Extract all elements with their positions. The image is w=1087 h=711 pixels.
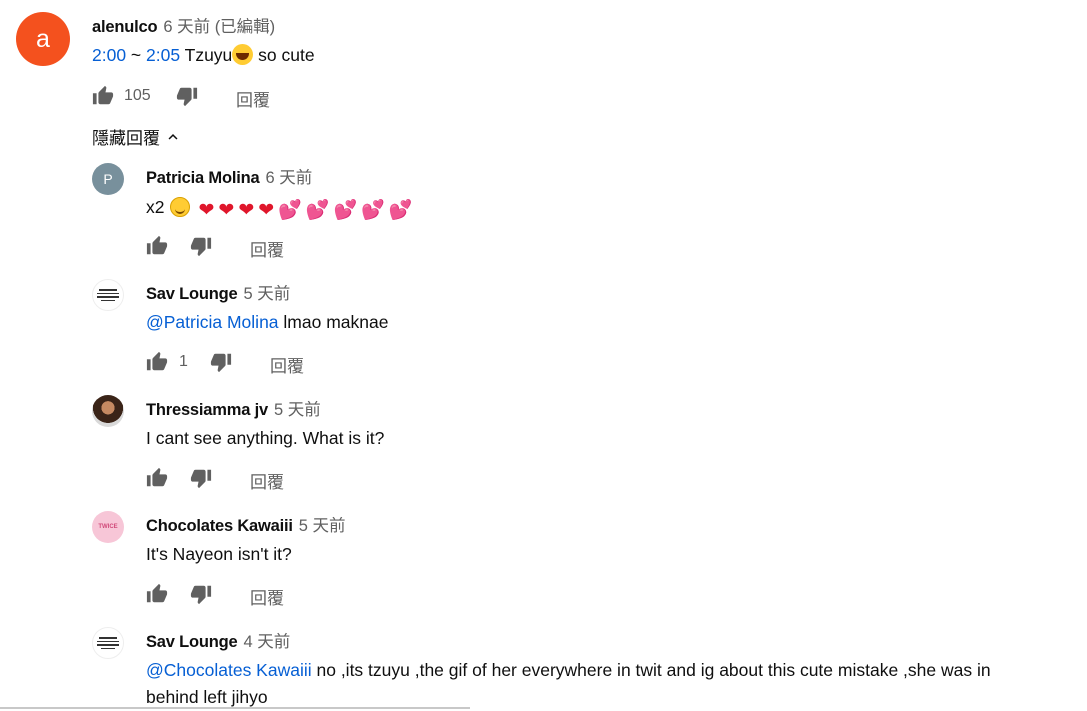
avatar-letter: P [103,171,113,187]
thumbs-up-icon [146,583,168,605]
thumbs-up-icon [92,85,114,107]
timestamp[interactable]: 5 天前 [299,517,346,535]
like-button[interactable] [146,583,168,605]
like-button[interactable] [146,467,168,489]
like-count: 1 [179,353,188,370]
thumbs-up-icon [146,235,168,257]
reply-button[interactable]: 回覆 [236,86,270,111]
author-name[interactable]: Thressiamma jv [146,401,268,419]
comment-header: Sav Lounge 5 天前 [146,280,290,304]
avatar[interactable]: a [16,12,70,66]
heart-emoji-row: ❤ ❤ ❤ ❤ 💕 💕 💕 💕 💕 [198,201,412,220]
comment-header: Sav Lounge 4 天前 [146,628,290,652]
hide-replies-button[interactable]: 隱藏回覆 [92,124,182,149]
hide-replies-label: 隱藏回覆 [92,129,160,148]
thumbs-down-icon [210,351,232,373]
comment-text: It's Nayeon isn't it? [146,544,292,564]
action-toolbar: 回覆 [146,583,346,609]
comment-text-part: so cute [253,45,315,65]
like-button[interactable] [146,351,168,373]
comment-header: alenulco 6 天前 (已編輯) [92,13,275,37]
thumbs-down-icon [190,235,212,257]
comment-header: Chocolates Kawaiii 5 天前 [146,512,346,536]
reply-button[interactable]: 回覆 [270,352,304,377]
timestamp[interactable]: 5 天前 [244,285,291,303]
like-count: 105 [124,87,151,104]
comment-text-part: x2 [146,197,165,217]
comment-text-part: no ,its tzuyu ,the gif of her everywhere… [311,660,991,680]
smiling-face-emoji-icon [170,197,191,217]
laughing-emoji-icon [232,44,254,65]
dislike-button[interactable] [176,85,198,107]
thumbs-down-icon [190,467,212,489]
chevron-up-icon [168,133,178,140]
action-toolbar: 回覆 [146,235,346,261]
author-name[interactable]: Chocolates Kawaiii [146,517,293,535]
comment-header: Patricia Molina 6 天前 [146,164,312,188]
horizontal-scrollbar[interactable] [0,707,470,709]
timestamp[interactable]: 5 天前 [274,401,321,419]
two-hearts-icon: 💕 [388,200,413,221]
two-hearts-icon: 💕 [333,200,358,221]
avatar[interactable]: P [92,163,124,195]
reply-button[interactable]: 回覆 [250,236,284,261]
avatar[interactable] [92,279,124,311]
two-hearts-icon: 💕 [361,200,385,221]
action-toolbar: 1 回覆 [146,351,366,377]
timestamp-link-end[interactable]: 2:05 [146,45,180,65]
like-button[interactable] [92,85,114,107]
avatar-letter: a [36,24,50,53]
author-name[interactable]: Patricia Molina [146,169,260,187]
comment-header: Thressiamma jv 5 天前 [146,396,321,420]
red-heart-icon: ❤ [218,200,235,221]
red-heart-icon: ❤ [258,200,275,221]
comment-text: @Chocolates Kawaiii no ,its tzuyu ,the g… [146,657,991,683]
two-hearts-icon: 💕 [305,200,330,221]
dislike-button[interactable] [190,583,212,605]
thumbs-down-icon [176,85,198,107]
thumbs-up-icon [146,467,168,489]
comment-text-part: lmao maknae [278,312,389,332]
thumbs-down-icon [190,583,212,605]
avatar[interactable] [92,627,124,659]
comment-text-part: Tzuyu [180,45,233,65]
comment-text: x2 ❤ ❤ ❤ ❤ 💕 💕 💕 💕 💕 [146,194,413,220]
action-toolbar: 回覆 [146,467,346,493]
author-name[interactable]: Sav Lounge [146,633,238,651]
timestamp[interactable]: 6 天前 (已編輯) [163,18,275,36]
author-name[interactable]: Sav Lounge [146,285,238,303]
two-hearts-icon: 💕 [278,200,302,221]
reply-button[interactable]: 回覆 [250,584,284,609]
thumbs-up-icon [146,351,168,373]
dislike-button[interactable] [190,235,212,257]
timestamp-separator: ~ [126,45,147,65]
comment-text: I cant see anything. What is it? [146,428,385,448]
red-heart-icon: ❤ [238,200,255,221]
timestamp-link-start[interactable]: 2:00 [92,45,126,65]
timestamp[interactable]: 6 天前 [265,169,312,187]
like-button[interactable] [146,235,168,257]
reply-button[interactable]: 回覆 [250,468,284,493]
comment-text: @Patricia Molina lmao maknae [146,309,388,335]
red-heart-icon: ❤ [198,200,215,221]
mention-link[interactable]: @Patricia Molina [146,312,279,332]
avatar[interactable]: TWICE [92,511,124,543]
mention-link[interactable]: @Chocolates Kawaiii [146,660,312,680]
action-toolbar: 105 回覆 [92,85,392,111]
dislike-button[interactable] [210,351,232,373]
author-name[interactable]: alenulco [92,18,158,36]
avatar[interactable] [92,395,124,427]
comment-text: 2:00 ~ 2:05 Tzuyu so cute [92,42,315,68]
timestamp[interactable]: 4 天前 [244,633,291,651]
avatar-logo-text: TWICE [98,524,118,530]
dislike-button[interactable] [190,467,212,489]
